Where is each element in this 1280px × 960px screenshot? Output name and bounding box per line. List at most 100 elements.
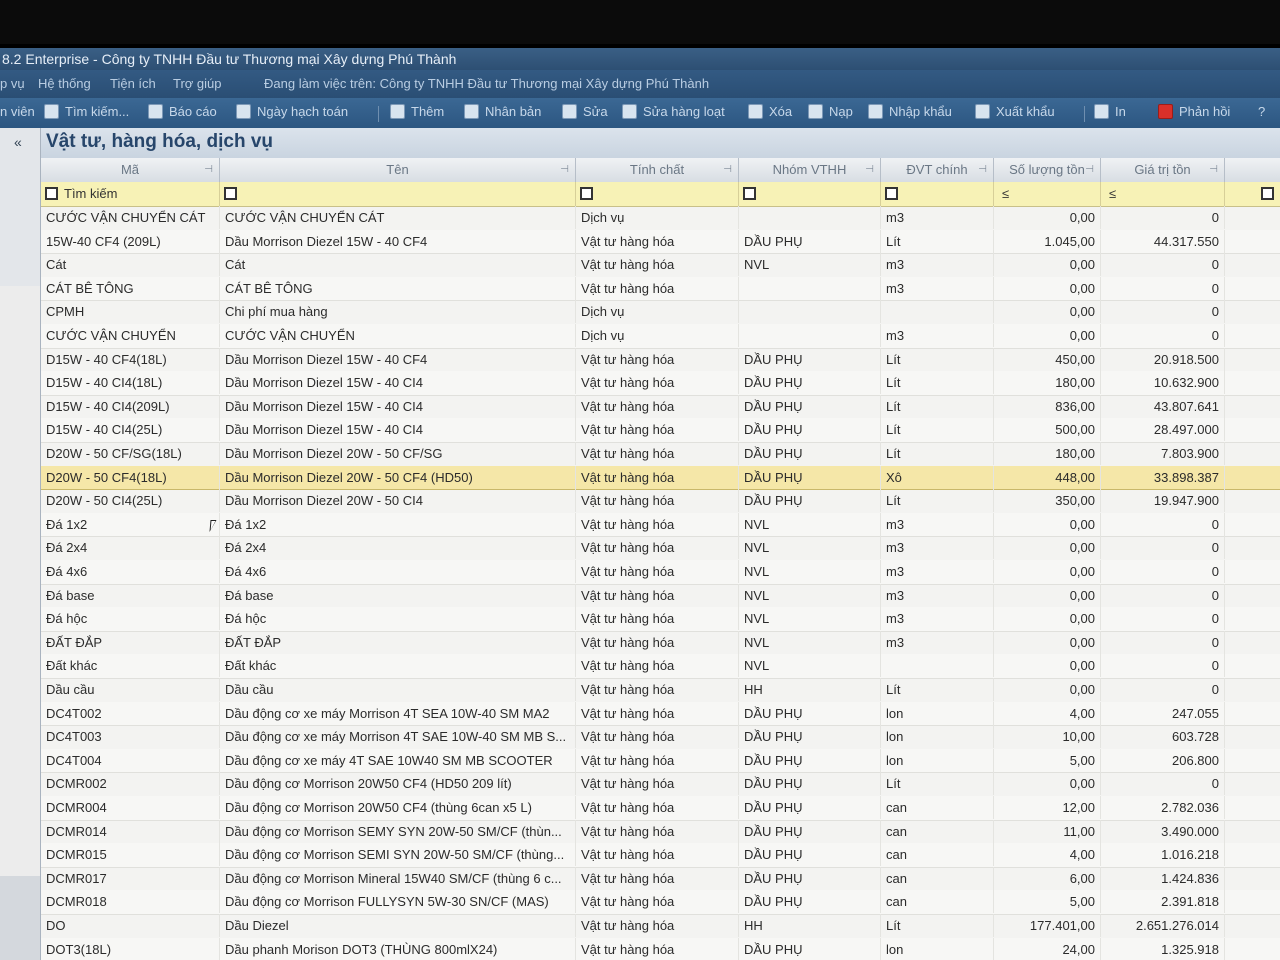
cell-unit[interactable]: Lít: [881, 229, 994, 253]
cell-name[interactable]: Dầu động cơ xe máy Morrison 4T SAE 10W-4…: [220, 725, 576, 749]
report-button[interactable]: Báo cáo: [148, 104, 217, 119]
cell-name[interactable]: Đá base: [220, 583, 576, 607]
cell-value[interactable]: 1.325.918: [1101, 937, 1225, 960]
cell-property[interactable]: Vật tư hàng hóa: [576, 630, 739, 654]
cell-property[interactable]: Vật tư hàng hóa: [576, 371, 739, 395]
edit-button[interactable]: Sửa: [562, 104, 608, 119]
cell-group[interactable]: NVL: [739, 583, 881, 607]
pin-icon[interactable]: ⊣: [978, 158, 987, 182]
cell-value[interactable]: 247.055: [1101, 701, 1225, 725]
cell-code[interactable]: D20W - 50 CF/SG(18L): [41, 442, 220, 465]
import-button[interactable]: Nhập khẩu: [868, 104, 952, 119]
cell-property[interactable]: Vật tư hàng hóa: [576, 418, 739, 442]
cell-value[interactable]: 2.782.036: [1101, 796, 1225, 819]
table-row[interactable]: DC4T003 Dầu động cơ xe máy Morrison 4T SA…: [41, 725, 1280, 750]
cell-code[interactable]: DC4T002: [41, 701, 220, 725]
add-button[interactable]: Thêm: [390, 104, 444, 119]
cell-group[interactable]: [739, 300, 881, 324]
staff-button[interactable]: n viên: [0, 104, 35, 119]
cell-unit[interactable]: can: [881, 819, 994, 843]
table-row[interactable]: Đá 4x6 Đá 4x6 Vật tư hàng hóa NVL m3 0,00 0: [41, 560, 1280, 585]
cell-value[interactable]: 0: [1101, 276, 1225, 300]
filter-group[interactable]: [739, 182, 881, 206]
filter-code[interactable]: Tìm kiếm: [41, 182, 220, 206]
cell-property[interactable]: Dịch vụ: [576, 324, 739, 347]
cell-qty[interactable]: 0,00: [994, 654, 1101, 678]
cell-qty[interactable]: 11,00: [994, 819, 1101, 843]
cell-qty[interactable]: 0,00: [994, 583, 1101, 607]
cell-group[interactable]: DẦU PHỤ: [739, 843, 881, 867]
cell-qty[interactable]: 0,00: [994, 772, 1101, 796]
load-button[interactable]: Nạp: [808, 104, 853, 119]
cell-property[interactable]: Vật tư hàng hóa: [576, 772, 739, 796]
cell-qty[interactable]: 5,00: [994, 890, 1101, 914]
cell-qty[interactable]: 6,00: [994, 866, 1101, 890]
cell-name[interactable]: CƯỚC VẬN CHUYỂN CÁT: [220, 206, 576, 229]
cell-name[interactable]: Dầu Morrison Diezel 15W - 40 CF4: [220, 347, 576, 371]
cell-qty[interactable]: 10,00: [994, 725, 1101, 749]
posting-date-button[interactable]: Ngày hạch toán: [236, 104, 348, 119]
bulk-edit-button[interactable]: Sửa hàng loạt: [622, 104, 725, 119]
cell-code[interactable]: ĐẤT ĐẮP: [41, 630, 220, 654]
cell-name[interactable]: Dầu động cơ Morrison 20W50 CF4 (HD50 209…: [220, 772, 576, 796]
cell-name[interactable]: Dầu động cơ Morrison Mineral 15W40 SM/CF…: [220, 866, 576, 890]
cell-name[interactable]: CƯỚC VẬN CHUYỂN: [220, 324, 576, 347]
cell-property[interactable]: Vật tư hàng hóa: [576, 560, 739, 583]
cell-name[interactable]: Dầu Morrison Diezel 20W - 50 CF/SG: [220, 442, 576, 465]
filter-checkbox-icon[interactable]: [1261, 187, 1274, 200]
cell-group[interactable]: DẦU PHỤ: [739, 725, 881, 749]
cell-property[interactable]: Vật tư hàng hóa: [576, 796, 739, 819]
cell-name[interactable]: Dầu Morrison Diezel 15W - 40 CI4: [220, 371, 576, 395]
cell-unit[interactable]: m3: [881, 630, 994, 654]
table-row[interactable]: D20W - 50 CF/SG(18L) Dầu Morrison Diezel …: [41, 442, 1280, 467]
cell-property[interactable]: Vật tư hàng hóa: [576, 276, 739, 300]
cell-unit[interactable]: can: [881, 843, 994, 867]
cell-name[interactable]: Dầu Morrison Diezel 20W - 50 CI4: [220, 489, 576, 513]
cell-code[interactable]: D15W - 40 CI4(209L): [41, 394, 220, 418]
cell-code[interactable]: Đá base: [41, 583, 220, 607]
cell-value[interactable]: 0: [1101, 253, 1225, 277]
cell-qty[interactable]: 0,00: [994, 560, 1101, 583]
table-row[interactable]: D15W - 40 CI4(18L) Dầu Morrison Diezel 15…: [41, 371, 1280, 396]
table-row[interactable]: DO Dầu Diezel Vật tư hàng hóa HH Lít 177.401,…: [41, 914, 1280, 939]
cell-qty[interactable]: 0,00: [994, 512, 1101, 536]
cell-value[interactable]: 2.391.818: [1101, 890, 1225, 914]
cell-group[interactable]: DẦU PHỤ: [739, 229, 881, 253]
cell-property[interactable]: Vật tư hàng hóa: [576, 583, 739, 607]
cell-unit[interactable]: Lít: [881, 678, 994, 701]
cell-value[interactable]: 0: [1101, 607, 1225, 631]
cell-unit[interactable]: m3: [881, 536, 994, 560]
filter-unit[interactable]: [881, 182, 994, 206]
filter-property[interactable]: [576, 182, 739, 206]
cell-code[interactable]: Đá 2x4: [41, 536, 220, 560]
cell-property[interactable]: Vật tư hàng hóa: [576, 819, 739, 843]
cell-name[interactable]: Đá hộc: [220, 607, 576, 631]
filter-checkbox-icon[interactable]: [885, 187, 898, 200]
cell-group[interactable]: DẦU PHỤ: [739, 701, 881, 725]
cell-group[interactable]: DẦU PHỤ: [739, 394, 881, 418]
table-row[interactable]: DC4T004 Dầu động cơ xe máy 4T SAE 10W40 S…: [41, 748, 1280, 774]
cell-code[interactable]: CƯỚC VẬN CHUYỂN CÁT: [41, 206, 220, 229]
cell-name[interactable]: Dầu Morrison Diezel 15W - 40 CI4: [220, 418, 576, 442]
table-row[interactable]: D15W - 40 CI4(25L) Dầu Morrison Diezel 15…: [41, 418, 1280, 443]
cell-qty[interactable]: 12,00: [994, 796, 1101, 819]
cell-unit[interactable]: can: [881, 866, 994, 890]
cell-unit[interactable]: [881, 654, 994, 678]
cell-group[interactable]: HH: [739, 914, 881, 937]
cell-unit[interactable]: m3: [881, 206, 994, 229]
cell-name[interactable]: Dầu Morrison Diezel 15W - 40 CF4: [220, 229, 576, 253]
filter-name[interactable]: [220, 182, 576, 206]
cell-group[interactable]: [739, 324, 881, 347]
cell-unit[interactable]: Lít: [881, 371, 994, 395]
column-header-code[interactable]: Mã ⊣: [41, 158, 220, 182]
table-row[interactable]: CÁT BÊ TÔNG CÁT BÊ TÔNG Vật tư hàng hóa m3 0…: [41, 276, 1280, 302]
cell-property[interactable]: Vật tư hàng hóa: [576, 890, 739, 914]
cell-property[interactable]: Vật tư hàng hóa: [576, 394, 739, 418]
cell-property[interactable]: Vật tư hàng hóa: [576, 843, 739, 867]
cell-property[interactable]: Vật tư hàng hóa: [576, 229, 739, 253]
table-row[interactable]: CPMH Chi phí mua hàng Dịch vụ 0,00 0: [41, 300, 1280, 325]
cell-name[interactable]: Chi phí mua hàng: [220, 300, 576, 324]
cell-property[interactable]: Vật tư hàng hóa: [576, 654, 739, 678]
cell-qty[interactable]: 4,00: [994, 843, 1101, 867]
cell-name[interactable]: Dầu động cơ Morrison SEMI SYN 20W-50 SM/…: [220, 843, 576, 867]
